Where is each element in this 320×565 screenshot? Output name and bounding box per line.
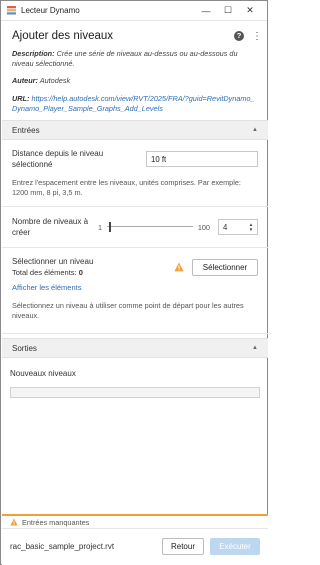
level-count-value[interactable]: 4 xyxy=(219,223,245,232)
total-elements-value: 0 xyxy=(78,268,83,277)
new-levels-value xyxy=(10,387,260,398)
url-link[interactable]: https://help.autodesk.com/view/RVT/2025/… xyxy=(12,94,255,113)
help-icon[interactable]: ? xyxy=(234,31,244,41)
level-count-field: Nombre de niveaux à créer 1 100 4 ▲ ▼ xyxy=(2,207,268,248)
new-levels-label: Nouveaux niveaux xyxy=(10,369,76,378)
level-select-hint: Sélectionnez un niveau à utiliser comme … xyxy=(12,301,244,320)
action-row: rac_basic_sample_project.rvt Retour Exéc… xyxy=(2,529,268,563)
show-elements-link[interactable]: Afficher les éléments xyxy=(12,283,81,292)
level-select-field: Sélectionner un niveau Total des élément… xyxy=(2,248,268,334)
dynamo-app-icon xyxy=(7,6,16,15)
run-button[interactable]: Exécuter xyxy=(210,537,260,555)
level-select-label: Sélectionner un niveau xyxy=(12,257,94,266)
new-levels-output: Nouveaux niveaux xyxy=(2,358,268,408)
missing-inputs-warning: Entrées manquantes xyxy=(2,516,268,529)
author-label: Auteur: xyxy=(12,76,38,85)
close-button[interactable]: ✕ xyxy=(239,5,261,16)
dynamo-player-window: Lecteur Dynamo — ☐ ✕ Ajouter des niveaux… xyxy=(0,0,268,565)
slider-max-label: 100 xyxy=(197,222,210,232)
description: Description: Crée une série de niveaux a… xyxy=(12,49,258,69)
url-label: URL: xyxy=(12,94,30,103)
minimize-button[interactable]: — xyxy=(195,6,217,16)
file-name: rac_basic_sample_project.rvt xyxy=(10,541,115,551)
author: Auteur: Autodesk xyxy=(12,76,258,86)
url: URL: https://help.autodesk.com/view/RVT/… xyxy=(12,94,258,114)
warning-icon xyxy=(174,262,184,272)
missing-inputs-text: Entrées manquantes xyxy=(22,517,90,527)
graph-header: Ajouter des niveaux ? ⋮ Description: Cré… xyxy=(2,22,268,120)
warning-icon xyxy=(10,518,18,526)
distance-input[interactable]: 10 ft xyxy=(146,151,258,167)
total-elements-label: Total des éléments: xyxy=(12,268,77,277)
main-content: Ajouter des niveaux ? ⋮ Description: Cré… xyxy=(2,22,268,514)
author-text: Autodesk xyxy=(39,76,71,85)
inputs-section-title: Entrées xyxy=(12,125,40,135)
distance-label: Distance depuis le niveau sélectionné xyxy=(12,149,104,169)
level-count-stepper[interactable]: 4 ▲ ▼ xyxy=(218,219,258,235)
page-title: Ajouter des niveaux xyxy=(12,30,114,42)
footer: Entrées manquantes rac_basic_sample_proj… xyxy=(2,514,268,565)
inputs-section-header[interactable]: Entrées ▲ xyxy=(2,120,268,140)
chevron-up-icon[interactable]: ▲ xyxy=(252,127,258,133)
level-count-label: Nombre de niveaux à créer xyxy=(12,217,89,237)
total-elements: Total des éléments: 0 xyxy=(12,267,174,278)
slider-track[interactable] xyxy=(107,222,193,232)
maximize-button[interactable]: ☐ xyxy=(217,5,239,16)
window-title: Lecteur Dynamo xyxy=(21,6,80,15)
stepper-down-icon[interactable]: ▼ xyxy=(249,227,253,232)
distance-hint: Entrez l'espacement entre les niveaux, u… xyxy=(12,178,241,197)
select-level-button[interactable]: Sélectionner xyxy=(192,258,258,276)
description-label: Description: xyxy=(12,49,55,58)
outputs-section-header[interactable]: Sorties ▲ xyxy=(2,338,268,358)
outputs-section-title: Sorties xyxy=(12,343,37,353)
level-count-slider[interactable]: 1 100 xyxy=(98,222,210,232)
chevron-up-icon[interactable]: ▲ xyxy=(252,345,258,351)
kebab-menu-icon[interactable]: ⋮ xyxy=(252,31,262,42)
slider-thumb[interactable] xyxy=(108,222,111,232)
back-button[interactable]: Retour xyxy=(162,537,204,555)
slider-min-label: 1 xyxy=(98,222,103,232)
distance-field: Distance depuis le niveau sélectionné 10… xyxy=(2,140,268,207)
title-bar: Lecteur Dynamo — ☐ ✕ xyxy=(1,1,267,21)
